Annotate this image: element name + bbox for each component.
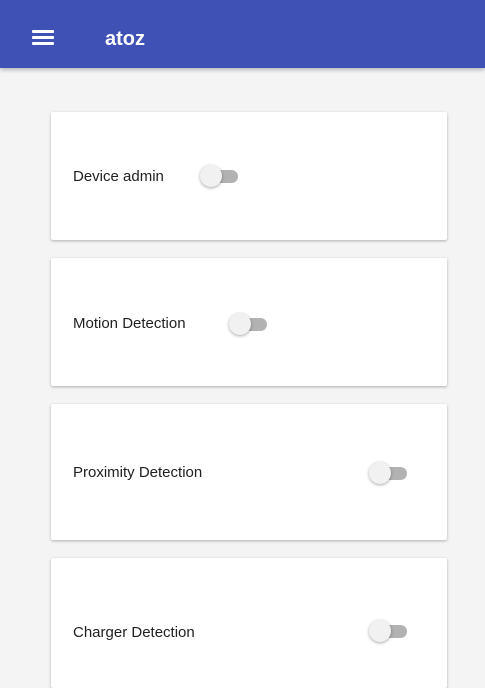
setting-card-device-admin: Device admin [51,112,447,240]
device-admin-toggle[interactable] [200,165,240,187]
toggle-thumb [369,462,391,484]
proximity-detection-toggle[interactable] [369,462,409,484]
setting-label-motion-detection: Motion Detection [73,315,186,332]
setting-card-motion-detection: Motion Detection [51,258,447,386]
toggle-thumb [200,165,222,187]
setting-card-charger-detection: Charger Detection [51,558,447,688]
setting-card-proximity-detection: Proximity Detection [51,404,447,540]
menu-icon[interactable] [32,30,54,45]
charger-detection-toggle[interactable] [369,620,409,642]
motion-detection-toggle[interactable] [229,313,269,335]
setting-label-device-admin: Device admin [73,168,164,185]
toggle-thumb [229,313,251,335]
toggle-thumb [369,620,391,642]
setting-label-charger-detection: Charger Detection [73,624,195,641]
setting-label-proximity-detection: Proximity Detection [73,464,203,481]
app-bar: atoz [0,0,485,68]
app-title: atoz [105,28,145,50]
